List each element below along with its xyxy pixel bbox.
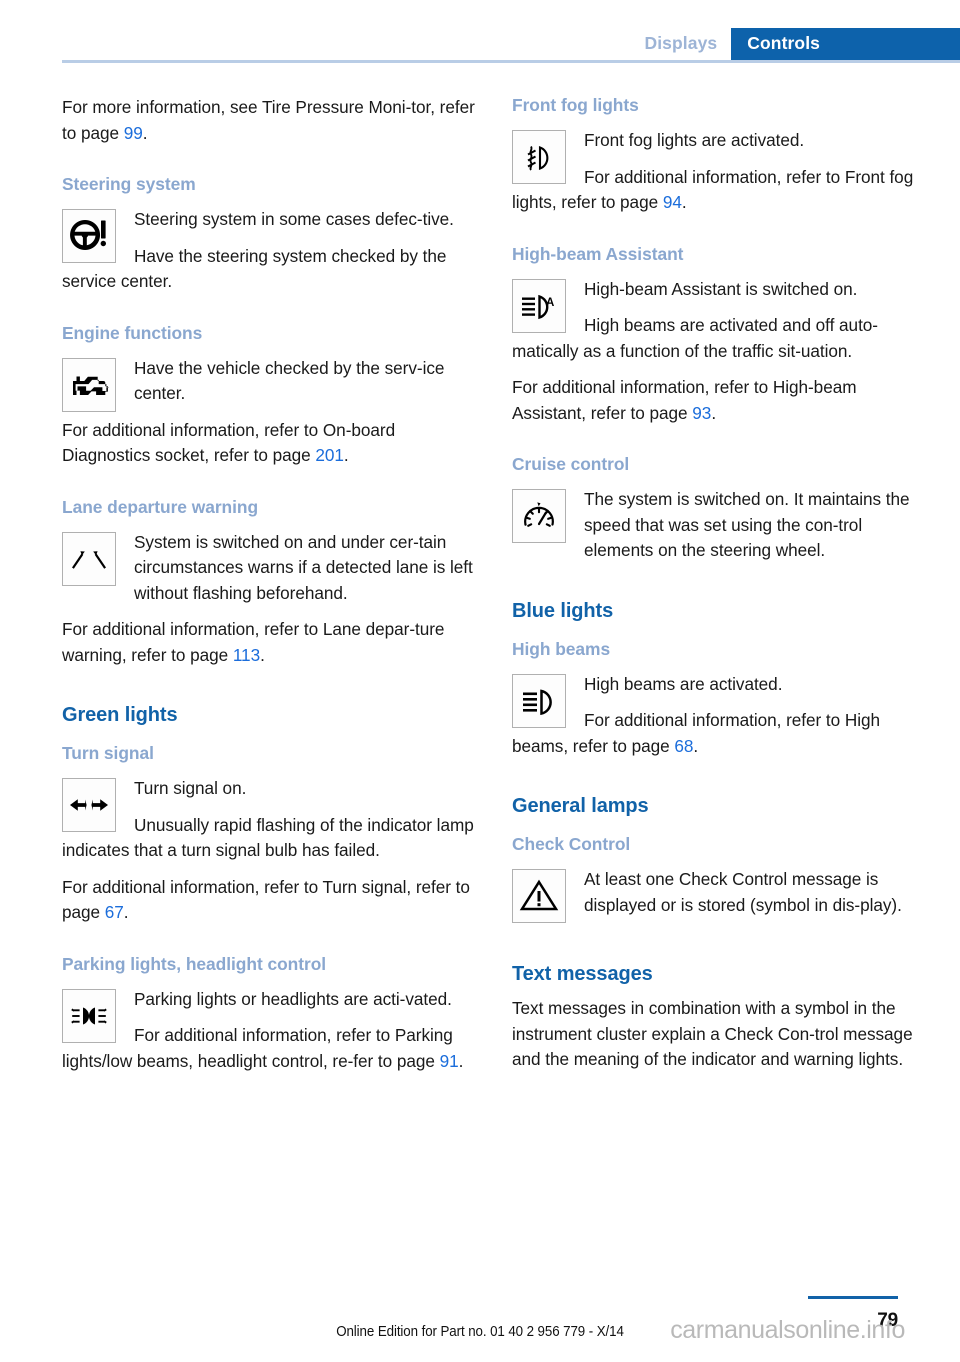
- engine-text-1: Have the vehicle checked by the serv-ice…: [134, 357, 445, 404]
- turn-signal-text-3b: .: [123, 902, 129, 922]
- page-ref-67[interactable]: 67: [105, 902, 124, 922]
- high-beam-assistant-icon: A: [512, 278, 566, 333]
- lane-text-1: System is switched on and under cer-tain…: [134, 531, 473, 603]
- heading-high-beams: High beams: [512, 638, 611, 659]
- right-column: Front fog lights Front fog lights are ac…: [512, 95, 932, 1073]
- heading-green-lights: Green lights: [62, 704, 178, 726]
- hba-text-3b: .: [711, 402, 717, 423]
- front-fog-text-2a: For additional information, refer to Fro…: [512, 166, 914, 213]
- high-beams-text-2: For additional information, refer to Hig…: [512, 708, 932, 759]
- lane-departure-warning-icon: [62, 531, 116, 586]
- page-ref-68[interactable]: 68: [674, 736, 693, 756]
- lane-text-2b: .: [260, 644, 265, 665]
- parking-lights-text-2b: .: [458, 1050, 464, 1071]
- hba-text-1: High-beam Assistant is switched on.: [584, 278, 858, 299]
- hba-text-3: For additional information, refer to Hig…: [512, 375, 932, 426]
- tab-controls[interactable]: Controls: [731, 28, 960, 60]
- heading-steering-system: Steering system: [62, 174, 196, 194]
- heading-high-beam-assistant: High-beam Assistant: [512, 243, 684, 264]
- turn-signal-double-arrow-icon: [62, 778, 116, 832]
- heading-turn-signal: Turn signal: [62, 743, 154, 763]
- warning-triangle-icon: [512, 869, 566, 923]
- heading-text-messages: Text messages: [512, 963, 653, 985]
- turn-signal-text-2: Unusually rapid flashing of the indicato…: [62, 814, 474, 861]
- engine-text-2: For additional information, refer to On-…: [62, 418, 482, 469]
- block-steering-system: Steering system in some cases defec-tive…: [62, 207, 482, 295]
- front-fog-text-1: Front fog lights are activated.: [584, 130, 805, 150]
- heading-lane-departure-warning: Lane departure warning: [62, 496, 259, 517]
- cruise-control-speedometer-icon: [512, 489, 566, 543]
- turn-signal-text-1: Turn signal on.: [134, 778, 247, 798]
- tab-displays[interactable]: Displays: [630, 28, 732, 60]
- block-engine-functions: Have the vehicle checked by the serv-ice…: [62, 356, 482, 469]
- front-fog-light-icon: [512, 130, 566, 184]
- high-beams-text-2b: .: [693, 735, 699, 756]
- page-ref-93[interactable]: 93: [692, 403, 711, 423]
- page-ref-113[interactable]: 113: [233, 645, 260, 665]
- page-footer: 79 Online Edition for Part no. 01 40 2 9…: [0, 1272, 960, 1362]
- steering-text-2: Have the steering system checked by the …: [62, 245, 447, 292]
- page-header: Displays Controls: [0, 0, 960, 63]
- engine-text-2b: .: [343, 445, 349, 465]
- page-ref-201[interactable]: 201: [315, 445, 344, 465]
- cruise-control-text-1: The system is switched on. It maintains …: [584, 489, 910, 560]
- front-fog-text-2: For additional information, refer to Fro…: [512, 165, 932, 216]
- heading-engine-functions: Engine functions: [62, 322, 203, 343]
- check-control-text-1: At least one Check Control message is di…: [584, 869, 902, 915]
- hba-text-3a: For additional information, refer to Hig…: [512, 377, 857, 423]
- parking-lights-icon: [62, 988, 116, 1043]
- parking-lights-text-1: Parking lights or headlights are acti-va…: [134, 988, 452, 1009]
- parking-lights-text-2: For additional information, refer to Par…: [62, 1023, 482, 1074]
- heading-check-control: Check Control: [512, 834, 631, 854]
- footer-divider: [808, 1296, 898, 1299]
- tab-controls-label: Controls: [747, 33, 820, 54]
- header-divider: [62, 60, 960, 63]
- hba-text-2: High beams are activated and off auto-ma…: [512, 315, 878, 361]
- tab-displays-label: Displays: [644, 33, 718, 54]
- steering-text-1: Steering system in some cases defec-tive…: [134, 209, 454, 229]
- block-high-beams: High beams are activated. For additional…: [512, 672, 932, 760]
- heading-front-fog-lights: Front fog lights: [512, 95, 639, 115]
- svg-text:A: A: [546, 297, 554, 309]
- block-turn-signal: Turn signal on. Unusually rapid flashing…: [62, 776, 482, 926]
- watermark-text: carmanualsonline.info: [670, 1316, 905, 1344]
- left-column: For more information, see Tire Pressure …: [62, 95, 482, 1074]
- page-ref-91[interactable]: 91: [440, 1051, 459, 1071]
- block-high-beam-assistant: A High-beam Assistant is switched on. Hi…: [512, 277, 932, 427]
- high-beam-icon: [512, 673, 566, 728]
- page-ref-99[interactable]: 99: [124, 123, 143, 143]
- block-check-control: At least one Check Control message is di…: [512, 867, 932, 927]
- intro-text-2: .: [142, 122, 148, 143]
- heading-parking-lights: Parking lights, headlight control: [62, 953, 327, 974]
- high-beams-text-1: High beams are activated.: [584, 673, 783, 694]
- header-tabs: Displays Controls: [630, 28, 960, 60]
- turn-signal-text-3: For additional information, refer to Tur…: [62, 875, 482, 926]
- steering-wheel-warning-icon: [62, 209, 116, 263]
- lane-text-2: For additional information, refer to Lan…: [62, 617, 482, 668]
- text-messages-body: Text messages in combination with a symb…: [512, 998, 913, 1069]
- front-fog-text-2b: .: [681, 192, 687, 212]
- heading-cruise-control: Cruise control: [512, 454, 630, 474]
- check-engine-icon: [62, 357, 116, 412]
- block-cruise-control: The system is switched on. It maintains …: [512, 487, 932, 564]
- block-front-fog-lights: Front fog lights are activated. For addi…: [512, 128, 932, 216]
- heading-general-lamps: General lamps: [512, 795, 649, 817]
- heading-blue-lights: Blue lights: [512, 599, 614, 622]
- block-parking-lights: Parking lights or headlights are acti-va…: [62, 987, 482, 1075]
- intro-paragraph: For more information, see Tire Pressure …: [62, 95, 482, 146]
- parking-lights-text-2a: For additional information, refer to Par…: [62, 1025, 453, 1071]
- page-ref-94[interactable]: 94: [663, 192, 682, 212]
- block-lane-departure-warning: System is switched on and under cer-tain…: [62, 530, 482, 669]
